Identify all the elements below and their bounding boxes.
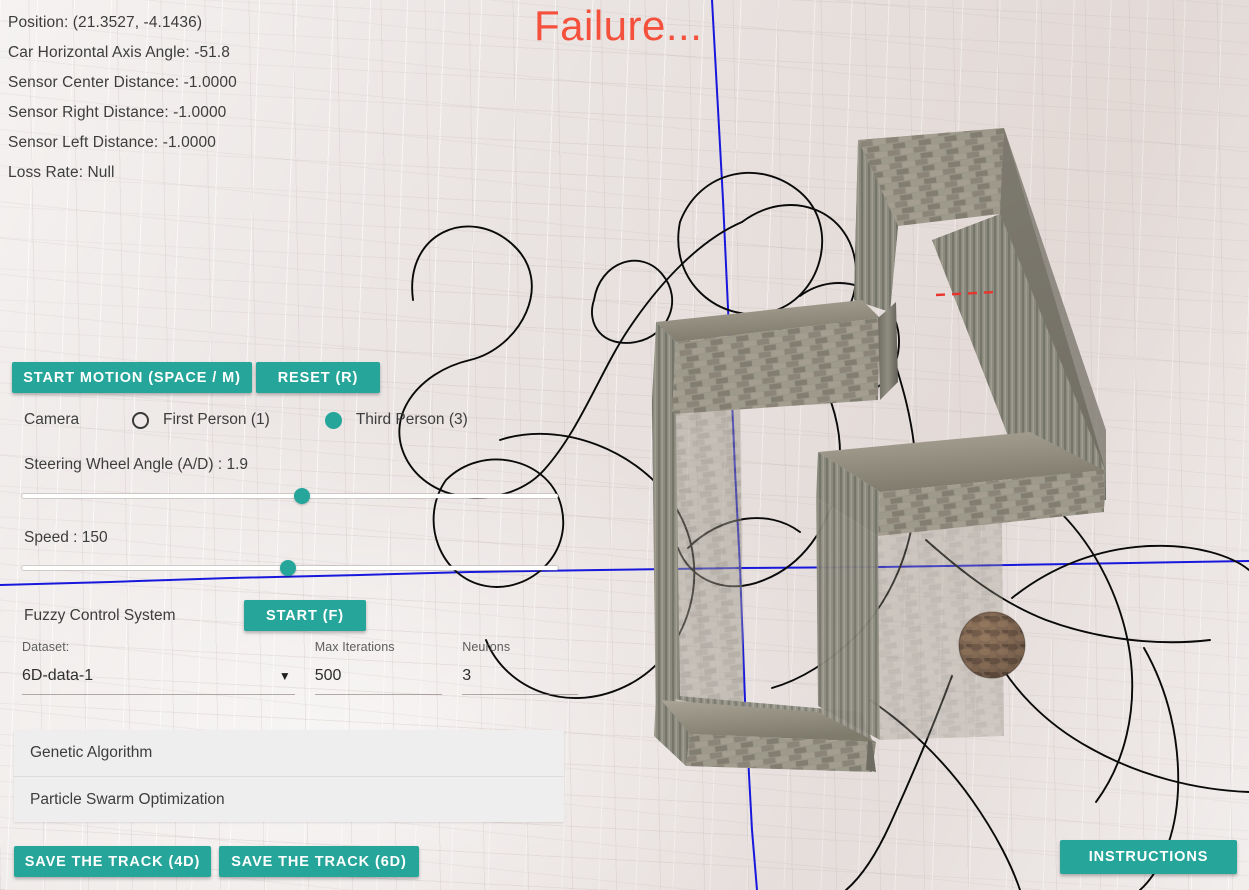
fuzzy-start-button[interactable]: START (F): [244, 600, 366, 631]
radio-first-person-label: First Person (1): [163, 411, 270, 428]
control-panel: START MOTION (SPACE / M) RESET (R) Camer…: [0, 0, 600, 890]
start-motion-button[interactable]: START MOTION (SPACE / M): [12, 362, 252, 393]
slider-thumb[interactable]: [294, 488, 310, 504]
list-item[interactable]: Genetic Algorithm: [14, 730, 564, 776]
radio-third-person[interactable]: Third Person (3): [324, 411, 468, 429]
radio-third-person-label: Third Person (3): [355, 411, 468, 428]
steering-angle-label: Steering Wheel Angle (A/D) : 1.9: [24, 456, 249, 473]
radio-on-icon: [324, 411, 342, 429]
dataset-value: 6D-data-1: [22, 667, 94, 684]
simulation-app: Position: (21.3527, -4.1436) Car Horizon…: [0, 0, 1249, 890]
reset-button[interactable]: RESET (R): [256, 362, 380, 393]
algorithm-list: Genetic Algorithm Particle Swarm Optimiz…: [14, 730, 564, 822]
instructions-button[interactable]: INSTRUCTIONS: [1060, 840, 1237, 874]
steering-angle-slider[interactable]: [22, 488, 558, 504]
max-iterations-field: Max Iterations 500: [314, 640, 443, 695]
fuzzy-control-label: Fuzzy Control System: [24, 606, 176, 624]
speed-label: Speed : 150: [24, 529, 108, 546]
list-item[interactable]: Particle Swarm Optimization: [14, 776, 564, 822]
speed-slider[interactable]: [22, 560, 558, 576]
neurons-input[interactable]: 3: [462, 664, 578, 688]
field-underline: [314, 694, 443, 695]
slider-thumb[interactable]: [280, 560, 296, 576]
slider-track: [22, 494, 558, 498]
track-wall-mid-right: [816, 432, 1104, 740]
chevron-down-icon: ▼: [278, 669, 291, 683]
camera-mode-group: Camera First Person (1) Third Person (3): [24, 411, 468, 429]
camera-label: Camera: [24, 411, 80, 428]
neurons-field: Neurons 3: [462, 640, 578, 695]
fuzzy-control-row: Fuzzy Control System START (F): [24, 600, 366, 631]
dataset-field: Dataset: 6D-data-1 ▼: [22, 640, 295, 695]
dataset-select[interactable]: 6D-data-1 ▼: [22, 664, 295, 688]
save-track-6d-button[interactable]: SAVE THE TRACK (6D): [219, 846, 419, 877]
car-sphere: [958, 611, 1026, 679]
max-iterations-label: Max Iterations: [314, 640, 395, 654]
field-underline: [462, 694, 578, 695]
radio-off-icon: [132, 411, 149, 429]
page-title: Failure...: [534, 2, 703, 49]
parameter-fields: Dataset: 6D-data-1 ▼ Max Iterations 500 …: [22, 640, 578, 695]
save-track-4d-button[interactable]: SAVE THE TRACK (4D): [14, 846, 211, 877]
radio-first-person[interactable]: First Person (1): [132, 411, 270, 429]
neurons-label: Neurons: [462, 640, 511, 654]
field-underline: [22, 694, 295, 695]
max-iterations-input[interactable]: 500: [315, 664, 443, 688]
dataset-label: Dataset:: [22, 640, 70, 654]
